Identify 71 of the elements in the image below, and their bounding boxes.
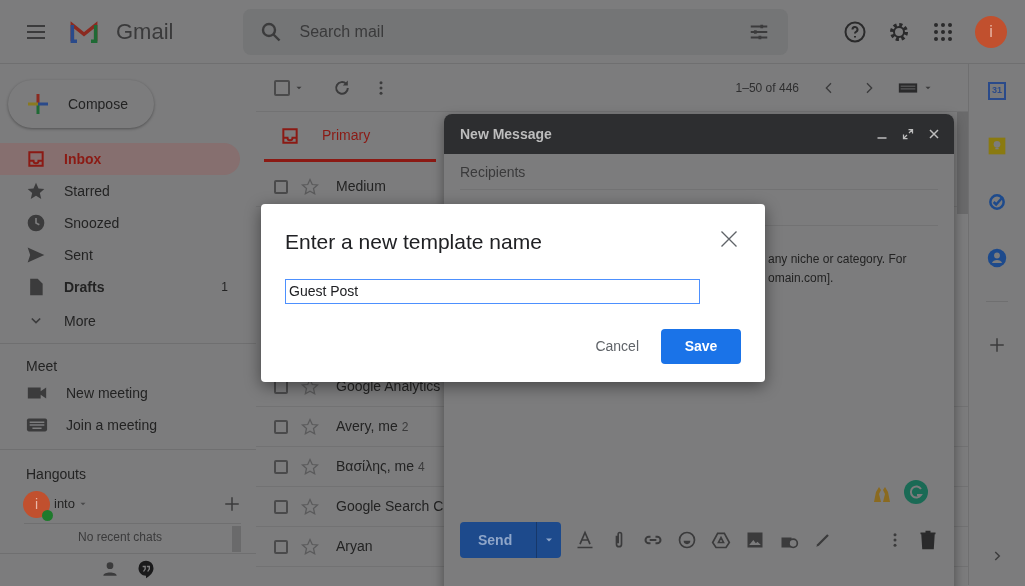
user-name: into [54, 495, 75, 514]
recipients-field[interactable]: Recipients [460, 154, 938, 190]
avatar[interactable]: i [975, 15, 1007, 48]
send-button[interactable]: Send [460, 522, 562, 558]
body-text: any niche or category. For [768, 251, 908, 268]
calendar-icon[interactable]: 31 [988, 82, 1006, 100]
sidebar-item[interactable]: Drafts 1 [0, 271, 240, 303]
sidebar-item[interactable]: Snoozed [0, 207, 240, 239]
image-icon[interactable] [745, 530, 766, 550]
star-icon[interactable] [300, 496, 320, 517]
compose-button[interactable]: Compose [8, 80, 154, 128]
plus-icon [26, 92, 50, 116]
close-icon[interactable] [719, 229, 739, 249]
unread-count: 1 [221, 279, 228, 296]
contact-icon[interactable] [987, 248, 1007, 268]
sidebar-item[interactable]: Sent [0, 239, 240, 271]
inbox-icon [280, 125, 300, 146]
email-sender: Google Search C [336, 497, 444, 516]
inbox-icon [26, 149, 46, 169]
meet-item[interactable]: Join a meeting [0, 409, 240, 441]
star-icon[interactable] [300, 416, 320, 437]
email-sender: Avery, me [336, 417, 398, 436]
dialog-title: Enter a new template name [285, 229, 543, 255]
help-icon[interactable] [843, 19, 867, 44]
quote-bubble-icon[interactable] [136, 559, 156, 579]
star-icon[interactable] [300, 176, 320, 197]
empty-chats-text: No recent chats [78, 529, 163, 544]
sidebar-item[interactable]: Starred [0, 175, 240, 207]
section-heading: Hangouts [25, 465, 87, 484]
app-name: Gmail [116, 18, 174, 46]
star-icon[interactable] [300, 536, 320, 557]
expand-icon[interactable] [902, 128, 914, 140]
circle-g-icon[interactable] [904, 480, 928, 504]
star-icon [26, 181, 46, 201]
avatar[interactable]: i [23, 490, 50, 518]
star-icon[interactable] [300, 456, 320, 477]
thread-count: 4 [417, 458, 425, 476]
smiley-icon[interactable] [677, 530, 698, 550]
plus-icon[interactable] [988, 336, 1006, 354]
save-button[interactable]: Save [661, 328, 741, 364]
body-text: omain.com]. [768, 270, 835, 287]
close-icon[interactable] [928, 128, 940, 140]
meet-item[interactable]: New meeting [0, 377, 240, 409]
clock-icon [26, 213, 46, 233]
triangle-icon[interactable] [711, 530, 732, 550]
row-checkbox[interactable] [274, 539, 288, 554]
send-icon [26, 245, 46, 265]
person-icon[interactable] [100, 559, 120, 579]
tab[interactable]: Primary [264, 112, 436, 162]
cancel-button[interactable]: Cancel [589, 334, 645, 358]
row-checkbox[interactable] [274, 179, 288, 194]
plus-icon[interactable] [223, 495, 241, 513]
section-heading: Meet [25, 357, 59, 376]
thread-count: 2 [401, 418, 409, 436]
trash-icon[interactable] [918, 530, 938, 550]
compose-title: New Message [460, 124, 553, 144]
email-sender: Βασίλης, me [336, 457, 414, 476]
template-name-field[interactable]: Guest Post [285, 278, 700, 304]
page-range: 1–50 of 446 [735, 79, 799, 97]
email-sender: Aryan [336, 537, 373, 556]
text-format-icon[interactable] [575, 530, 596, 550]
sidebar-item[interactable]: Inbox [0, 143, 240, 175]
sidebar-item[interactable]: More [0, 305, 240, 337]
search-field[interactable]: Search mail [243, 8, 789, 55]
email-sender: Medium [336, 177, 386, 196]
select-all-checkbox[interactable] [274, 79, 290, 96]
check-circle-icon[interactable] [987, 192, 1007, 212]
row-checkbox[interactable] [274, 499, 288, 514]
row-checkbox[interactable] [274, 419, 288, 434]
row-checkbox[interactable] [274, 459, 288, 474]
email-sender: Google Analytics [336, 377, 441, 396]
